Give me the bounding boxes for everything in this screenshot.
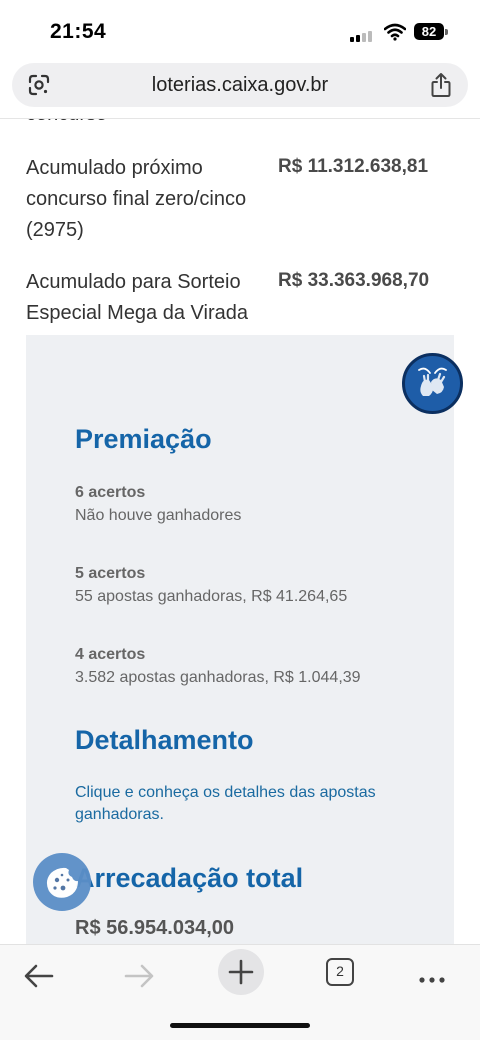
prize-description: 55 apostas ganhadoras, R$ 41.264,65 [75, 588, 348, 605]
accumulated-label: Acumulado para Sorteio Especial Mega da … [26, 271, 248, 324]
prize-item: 5 acertos 55 apostas ganhadoras, R$ 41.2… [75, 562, 435, 608]
battery-tip [445, 29, 448, 35]
battery-icon: 82 [414, 23, 444, 40]
address-bar[interactable]: loterias.caixa.gov.br [12, 63, 468, 107]
tabs-icon[interactable]: 2 [326, 958, 354, 986]
accumulated-row: Acumulado próximo concurso final zero/ci… [26, 153, 466, 248]
arrecadacao-value: R$ 56.954.034,00 [75, 917, 235, 939]
libras-accessibility-button[interactable] [402, 353, 463, 414]
sign-language-hands-icon [418, 367, 447, 396]
back-arrow-icon[interactable] [16, 953, 62, 999]
cookie-icon [46, 867, 78, 898]
status-time: 21:54 [50, 20, 107, 43]
accumulated-row: Acumulado para Sorteio Especial Mega da … [26, 267, 466, 331]
prize-item: 6 acertos Não houve ganhadores [75, 481, 435, 527]
prize-hits: 5 acertos [75, 565, 146, 582]
prize-description: Não houve ganhadores [75, 507, 242, 524]
accumulated-value: R$ 33.363.968,70 [278, 270, 430, 291]
prize-description: 3.582 apostas ganhadoras, R$ 1.044,39 [75, 669, 361, 686]
share-icon[interactable] [430, 72, 452, 98]
prize-item: 4 acertos 3.582 apostas ganhadoras, R$ 1… [75, 643, 435, 689]
cookie-settings-button[interactable] [33, 853, 91, 911]
home-indicator [170, 1023, 310, 1028]
cut-off-text: concurso [26, 119, 107, 126]
arrecadacao-title: Arrecadação total [75, 863, 304, 893]
new-tab-plus-icon [228, 959, 254, 985]
detalhamento-title: Detalhamento [75, 725, 254, 755]
status-bar: 21:54 82 [0, 0, 480, 60]
page-content[interactable]: concurso Acumulado próximo concurso fina… [0, 119, 480, 944]
accumulated-value: R$ 11.312.638,81 [278, 156, 429, 177]
signal-icon [350, 30, 376, 42]
url-text[interactable]: loterias.caixa.gov.br [12, 74, 468, 97]
prize-hits: 6 acertos [75, 484, 146, 501]
new-tab-button[interactable] [218, 949, 264, 995]
forward-arrow-icon[interactable] [116, 953, 162, 999]
premiacao-title: Premiação [75, 424, 212, 454]
wifi-icon [384, 23, 406, 41]
more-menu-icon[interactable] [409, 953, 455, 999]
accumulated-label: Acumulado próximo concurso final zero/ci… [26, 157, 247, 241]
details-link[interactable]: Clique e conheça os detalhes das apostas… [75, 782, 435, 826]
prize-hits: 4 acertos [75, 646, 146, 663]
